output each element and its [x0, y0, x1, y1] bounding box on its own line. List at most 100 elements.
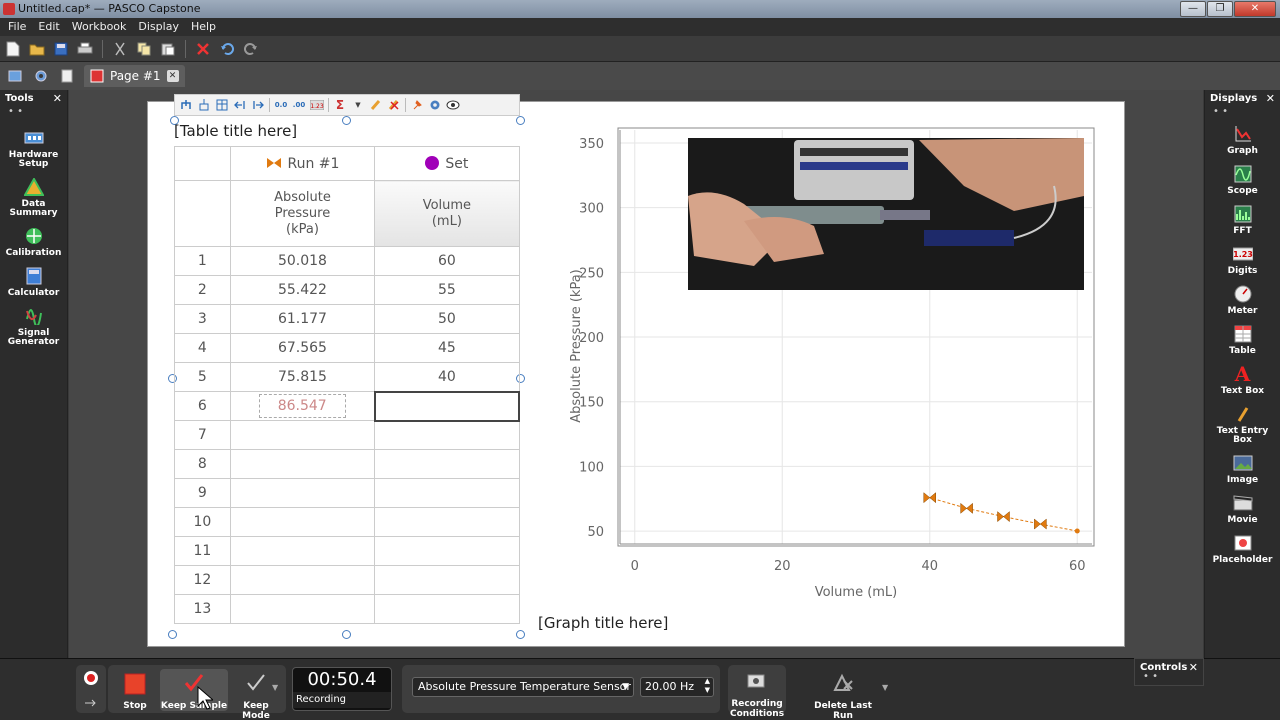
statistics-dropdown-icon[interactable]: ▼ — [351, 98, 365, 112]
tools-panel-handle[interactable]: • • — [0, 107, 67, 120]
decrease-precision-icon[interactable]: .00 — [292, 98, 306, 112]
clear-data-icon[interactable] — [387, 98, 401, 112]
pin-icon[interactable] — [410, 98, 424, 112]
resize-handle[interactable] — [342, 116, 351, 125]
table-dimensions-icon[interactable] — [215, 98, 229, 112]
delete-icon[interactable] — [194, 40, 212, 58]
volume-cell[interactable]: 55 — [374, 275, 520, 305]
close-tools-icon[interactable]: ✕ — [53, 92, 62, 105]
new-file-icon[interactable] — [4, 40, 22, 58]
pressure-cell[interactable]: 55.422 — [229, 275, 376, 305]
paste-icon[interactable] — [159, 40, 177, 58]
open-folder-icon[interactable] — [28, 40, 46, 58]
properties-gear-icon[interactable] — [428, 98, 442, 112]
delete-run-dropdown-icon[interactable]: ▼ — [882, 683, 888, 692]
close-controls-icon[interactable]: ✕ — [1189, 661, 1198, 674]
sample-rate-stepper[interactable]: 20.00 Hz ▲ ▼ — [640, 677, 714, 697]
pressure-cell[interactable]: 61.177 — [229, 304, 376, 334]
display-fft[interactable]: FFT — [1205, 204, 1280, 236]
menu-display[interactable]: Display — [134, 18, 183, 36]
save-icon[interactable] — [52, 40, 70, 58]
tool-data-summary[interactable]: Data Summary — [0, 177, 67, 218]
resize-handle[interactable] — [516, 116, 525, 125]
displays-panel-handle[interactable]: • • — [1205, 107, 1280, 120]
set-selector[interactable]: Set — [374, 146, 520, 181]
volume-cell[interactable]: 60 — [374, 246, 520, 276]
stepper-arrows-icon[interactable]: ▲ ▼ — [705, 677, 710, 695]
pressure-cell[interactable]: 50.018 — [229, 246, 376, 276]
pressure-cell[interactable] — [229, 420, 376, 450]
y-axis-label[interactable]: Absolute Pressure (kPa) — [569, 269, 584, 423]
pressure-cell[interactable] — [229, 594, 376, 624]
volume-cell[interactable] — [374, 594, 520, 624]
recording-conditions-button[interactable]: Recording Conditions — [730, 671, 784, 719]
display-placeholder[interactable]: Placeholder — [1205, 533, 1280, 565]
display-digits[interactable]: 1.23 Digits — [1205, 244, 1280, 276]
graph-title[interactable]: [Graph title here] — [538, 614, 668, 632]
print-icon[interactable] — [76, 40, 94, 58]
add-column-icon[interactable] — [179, 98, 193, 112]
copy-icon[interactable] — [135, 40, 153, 58]
close-window-button[interactable]: ✕ — [1234, 1, 1276, 17]
redo-icon[interactable] — [242, 40, 260, 58]
pressure-cell[interactable] — [229, 449, 376, 479]
insert-row-icon[interactable] — [197, 98, 211, 112]
increase-precision-icon[interactable]: 0.0 — [274, 98, 288, 112]
volume-cell[interactable]: 50 — [374, 304, 520, 334]
menu-help[interactable]: Help — [187, 18, 220, 36]
stop-button[interactable]: Stop — [118, 673, 152, 711]
visibility-eye-icon[interactable] — [446, 98, 460, 112]
shift-right-icon[interactable] — [251, 98, 265, 112]
video-still-image[interactable] — [688, 138, 1084, 290]
display-graph[interactable]: Graph — [1205, 124, 1280, 156]
display-movie[interactable]: Movie — [1205, 493, 1280, 525]
x-axis-label[interactable]: Volume (mL) — [815, 585, 898, 600]
page-notes-icon[interactable] — [58, 67, 76, 85]
pressure-cell[interactable]: 86.547 — [229, 391, 376, 421]
display-scope[interactable]: Scope — [1205, 164, 1280, 196]
page-layout-icon[interactable] — [6, 67, 24, 85]
cut-icon[interactable] — [111, 40, 129, 58]
display-image[interactable]: Image — [1205, 453, 1280, 485]
minimize-button[interactable]: — — [1180, 1, 1206, 17]
keep-mode-button[interactable]: Keep Mode — [230, 673, 282, 720]
volume-cell[interactable] — [373, 390, 520, 422]
keep-mode-dropdown-icon[interactable]: ▼ — [272, 683, 278, 692]
display-text-box[interactable]: A Text Box — [1205, 364, 1280, 396]
undo-icon[interactable] — [218, 40, 236, 58]
menu-workbook[interactable]: Workbook — [68, 18, 131, 36]
display-table[interactable]: Table — [1205, 324, 1280, 356]
table-title[interactable]: [Table title here] — [174, 122, 297, 140]
tool-signal-generator[interactable]: Signal Generator — [0, 306, 67, 347]
tool-hardware-setup[interactable]: Hardware Setup — [0, 128, 67, 169]
maximize-button[interactable]: ❐ — [1207, 1, 1233, 17]
volume-cell[interactable] — [374, 507, 520, 537]
pressure-cell[interactable] — [229, 507, 376, 537]
display-meter[interactable]: Meter — [1205, 284, 1280, 316]
shift-left-icon[interactable] — [233, 98, 247, 112]
display-text-entry-box[interactable]: Text Entry Box — [1205, 404, 1280, 445]
close-tab-icon[interactable]: ✕ — [166, 70, 179, 82]
run-selector[interactable]: Run #1 — [229, 146, 376, 181]
pressure-cell[interactable]: 67.565 — [229, 333, 376, 363]
highlight-icon[interactable] — [369, 98, 383, 112]
volume-cell[interactable]: 45 — [374, 333, 520, 363]
pressure-cell[interactable] — [229, 478, 376, 508]
close-displays-icon[interactable]: ✕ — [1266, 92, 1275, 105]
volume-cell[interactable] — [374, 449, 520, 479]
keep-sample-button[interactable]: Keep Sample — [160, 669, 228, 711]
graph-display[interactable]: 0 20 40 60 50 100 150 200 250 300 350 Volume (mL) — [544, 126, 1098, 638]
volume-cell[interactable] — [374, 420, 520, 450]
menu-file[interactable]: File — [4, 18, 30, 36]
mode-arrow-icon[interactable] — [84, 697, 98, 709]
statistics-icon[interactable]: Σ — [333, 98, 347, 112]
tab-page-1[interactable]: Page #1 ✕ — [84, 65, 185, 87]
volume-cell[interactable] — [374, 565, 520, 595]
volume-cell[interactable]: 40 — [374, 362, 520, 392]
delete-last-run-button[interactable]: Delete Last Run — [806, 673, 880, 720]
tool-calculator[interactable]: Calculator — [0, 266, 67, 298]
tool-calibration[interactable]: Calibration — [0, 226, 67, 258]
sensor-select[interactable]: Absolute Pressure Temperature Sensor ▼ — [412, 677, 634, 697]
pressure-cell[interactable] — [229, 565, 376, 595]
number-format-icon[interactable]: 1.23 — [310, 98, 324, 112]
